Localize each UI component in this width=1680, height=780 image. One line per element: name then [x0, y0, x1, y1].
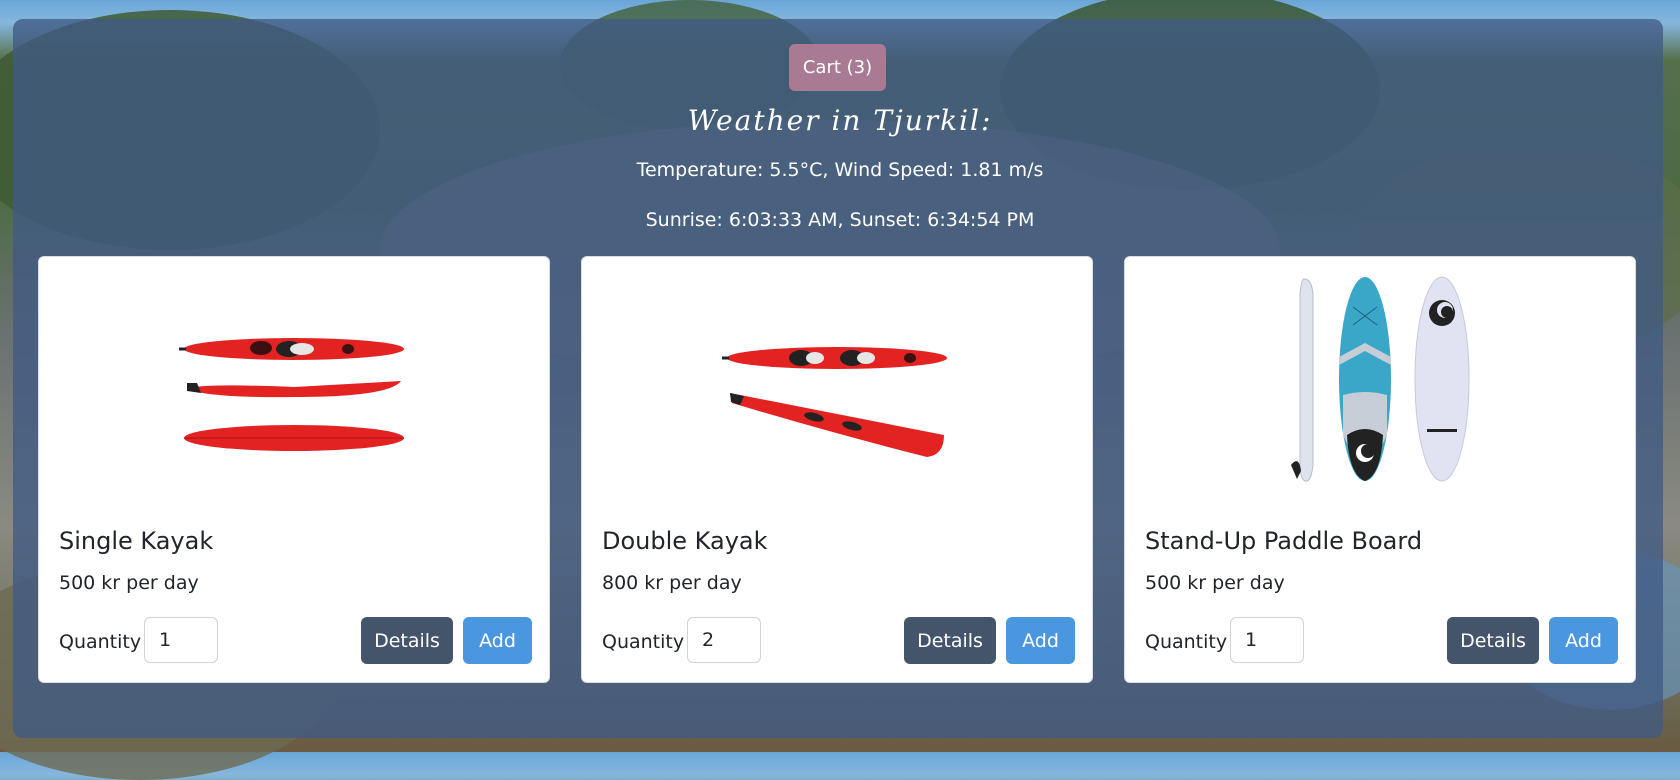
kayak-icon: [722, 347, 947, 457]
product-name: Double Kayak: [602, 527, 768, 555]
quantity-label: Quantity: [602, 631, 685, 653]
product-card-paddle-board: Stand-Up Paddle Board 500 kr per day Qua…: [1124, 256, 1636, 683]
details-button[interactable]: Details: [904, 617, 996, 664]
add-button[interactable]: Add: [1006, 617, 1075, 664]
kayak-icon: [179, 338, 404, 451]
paddle-board-icon: [1291, 276, 1470, 482]
product-price: 800 kr per day: [602, 572, 742, 594]
single-kayak-image: [179, 338, 404, 451]
double-kayak-image: [722, 347, 947, 457]
quantity-label: Quantity: [1145, 631, 1228, 653]
weather-title: Weather in Tjurkil:: [687, 104, 993, 137]
product-price: 500 kr per day: [59, 572, 199, 594]
add-button[interactable]: Add: [463, 617, 532, 664]
paddle-board-image: [1291, 276, 1470, 482]
product-name: Stand-Up Paddle Board: [1145, 527, 1423, 555]
add-button[interactable]: Add: [1549, 617, 1618, 664]
product-card-single-kayak: Single Kayak 500 kr per day Quantity Det…: [38, 256, 550, 683]
cart-button[interactable]: Cart (3): [789, 44, 886, 91]
quantity-input[interactable]: [144, 617, 218, 663]
product-name: Single Kayak: [59, 527, 214, 555]
quantity-input[interactable]: [1230, 617, 1304, 663]
details-button[interactable]: Details: [361, 617, 453, 664]
product-card-double-kayak: Double Kayak 800 kr per day Quantity Det…: [581, 256, 1093, 683]
weather-conditions: Temperature: 5.5°C, Wind Speed: 1.81 m/s: [636, 159, 1044, 181]
weather-sun-times: Sunrise: 6:03:33 AM, Sunset: 6:34:54 PM: [645, 209, 1035, 231]
quantity-input[interactable]: [687, 617, 761, 663]
quantity-label: Quantity: [59, 631, 142, 653]
details-button[interactable]: Details: [1447, 617, 1539, 664]
product-price: 500 kr per day: [1145, 572, 1285, 594]
